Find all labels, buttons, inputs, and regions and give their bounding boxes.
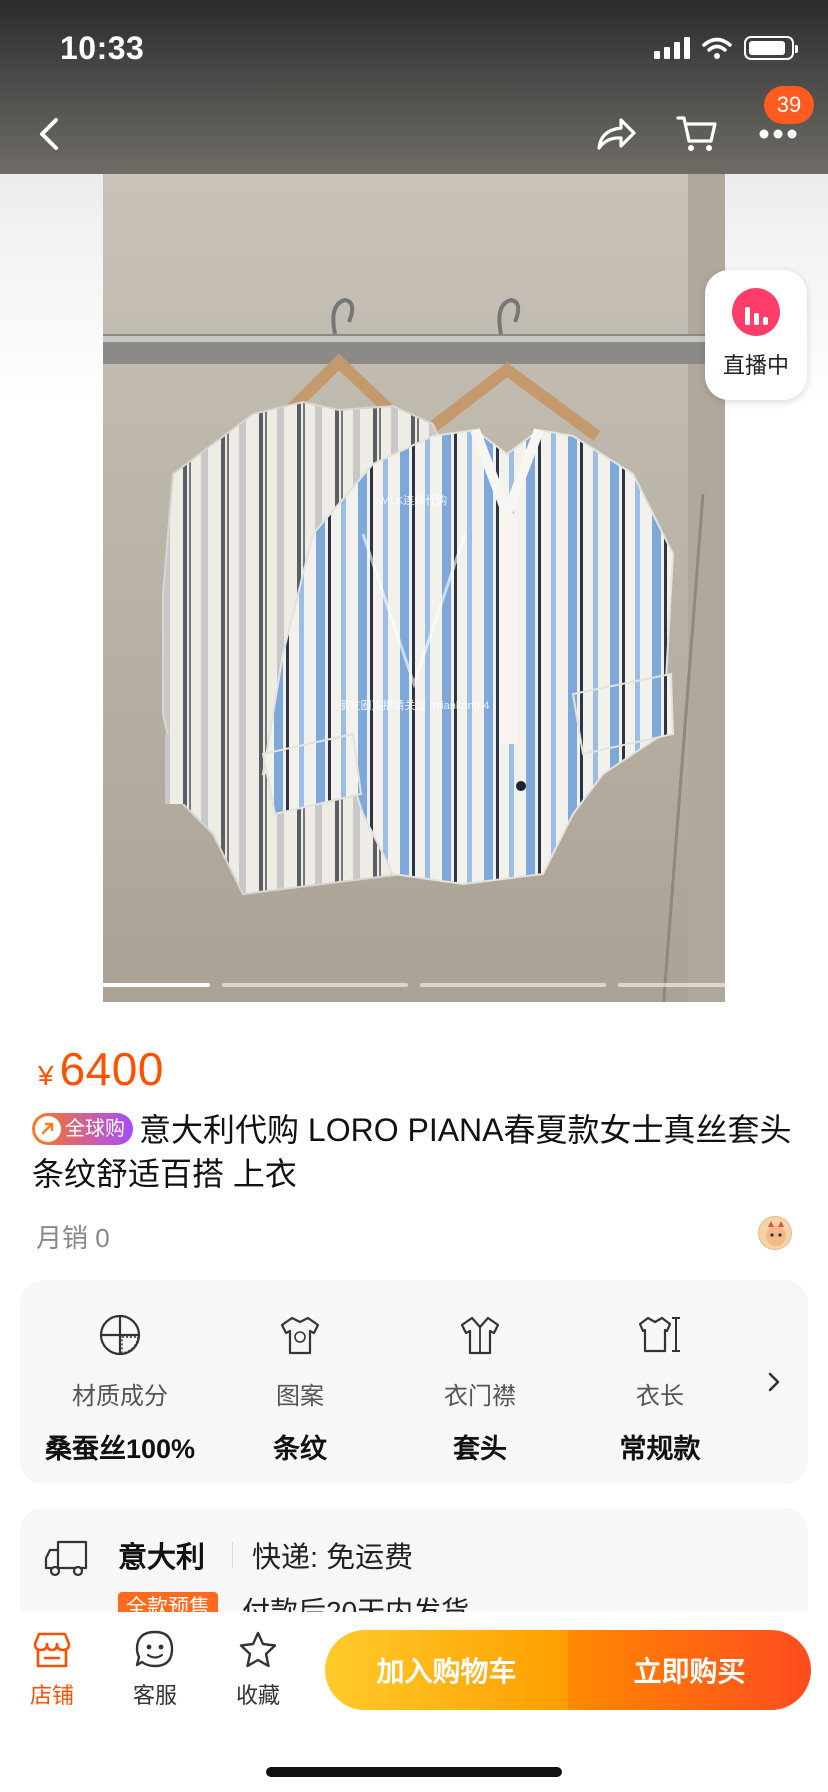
product-photo[interactable]: MLK连续代购 朋友圈直播请关注 miiankong-4 [103, 174, 725, 1010]
monthly-sales: 月销 0 [36, 1223, 110, 1253]
watermark-bottom: 朋友圈直播请关注 miiankong-4 [339, 698, 490, 712]
attribute-value: 常规款 [619, 1434, 701, 1464]
top-nav [0, 100, 828, 174]
attributes-card[interactable]: 材质成分 桑蚕丝100% 图案 条纹 衣门襟 套头 衣长 常规款 [20, 1280, 808, 1484]
attribute-label: 衣门襟 [444, 1383, 516, 1410]
back-button[interactable] [20, 104, 80, 164]
chevron-left-icon [40, 118, 58, 150]
price: ¥ 6400 [38, 1042, 164, 1096]
live-stream-button[interactable]: 直播中 [705, 270, 807, 400]
attribute-label: 图案 [276, 1383, 324, 1410]
carousel-dot-2[interactable] [222, 983, 408, 987]
more-icon [759, 129, 797, 139]
store-tab[interactable]: 店铺 [10, 1628, 94, 1710]
carousel-dot-4[interactable] [618, 983, 804, 987]
mascot-avatar[interactable] [758, 1216, 792, 1250]
attribute-length[interactable]: 衣长 常规款 [570, 1280, 750, 1484]
share-icon [597, 118, 636, 150]
store-icon [30, 1628, 74, 1672]
attribute-label: 衣长 [636, 1383, 684, 1410]
cart-icon [676, 116, 717, 151]
chevron-right-icon[interactable] [764, 1370, 784, 1394]
attribute-label: 材质成分 [72, 1383, 168, 1410]
carousel-dot-1[interactable] [24, 983, 210, 987]
attribute-pattern[interactable]: 图案 条纹 [210, 1280, 390, 1484]
status-time: 10:33 [60, 30, 145, 66]
purchase-buttons: 加入购物车 立即购买 [325, 1630, 811, 1710]
bottom-action-bar: 店铺 客服 收藏 加入购物车 立即购买 [0, 1612, 828, 1792]
placket-icon [457, 1312, 503, 1358]
attribute-value: 条纹 [273, 1434, 327, 1464]
carousel-dot-3[interactable] [420, 983, 606, 987]
cart-button[interactable] [667, 104, 727, 164]
attribute-value: 套头 [453, 1434, 507, 1464]
length-icon [637, 1312, 683, 1358]
battery-icon [744, 36, 798, 60]
chat-face-icon [133, 1628, 177, 1672]
customer-service-tab[interactable]: 客服 [113, 1628, 197, 1710]
favorite-label: 收藏 [235, 1683, 280, 1708]
product-gallery[interactable]: MLK连续代购 朋友圈直播请关注 miiankong-4 10:33 39 直播… [0, 0, 828, 1010]
ship-express: 快递: 免运费 [252, 1542, 414, 1574]
live-bars-icon [732, 288, 780, 336]
store-label: 店铺 [29, 1683, 74, 1708]
delivery-truck-icon [44, 1540, 88, 1577]
shirts-on-rack-image: MLK连续代购 朋友圈直播请关注 miiankong-4 [103, 174, 725, 1010]
buy-now-button[interactable]: 立即购买 [568, 1630, 811, 1710]
watermark-top: MLK连续代购 [381, 493, 448, 507]
share-button[interactable] [586, 104, 646, 164]
add-to-cart-button[interactable]: 加入购物车 [325, 1630, 568, 1710]
carousel-indicators [24, 983, 804, 987]
global-purchase-tag: 全球购 [32, 1113, 133, 1145]
ship-origin: 意大利 [118, 1542, 206, 1574]
favorite-tab[interactable]: 收藏 [216, 1628, 300, 1710]
price-value: 6400 [59, 1043, 164, 1095]
pattern-icon [277, 1312, 323, 1358]
message-count-badge[interactable]: 39 [764, 86, 814, 124]
service-label: 客服 [132, 1683, 177, 1708]
fabric-icon [97, 1312, 143, 1358]
attribute-placket[interactable]: 衣门襟 套头 [390, 1280, 570, 1484]
home-indicator[interactable] [266, 1767, 562, 1777]
product-detail-screen: MLK连续代购 朋友圈直播请关注 miiankong-4 10:33 39 直播… [0, 0, 828, 1792]
cellular-signal-icon [654, 37, 690, 59]
status-bar: 10:33 [0, 0, 828, 100]
divider [232, 1542, 233, 1568]
global-arrow-icon [35, 1116, 61, 1142]
star-icon [236, 1628, 280, 1672]
attribute-material[interactable]: 材质成分 桑蚕丝100% [30, 1280, 210, 1484]
live-label: 直播中 [722, 353, 789, 378]
product-title-block[interactable]: 全球购 意大利代购 LORO PIANA春夏款女士真丝套头条纹舒适百搭 上衣 [32, 1108, 796, 1196]
wifi-icon [702, 37, 732, 59]
currency-symbol: ¥ [38, 1060, 54, 1091]
status-icons [654, 36, 798, 60]
product-title: 意大利代购 LORO PIANA春夏款女士真丝套头条纹舒适百搭 上衣 [32, 1112, 792, 1192]
attribute-value: 桑蚕丝100% [44, 1434, 196, 1464]
global-tag-label: 全球购 [65, 1118, 125, 1140]
